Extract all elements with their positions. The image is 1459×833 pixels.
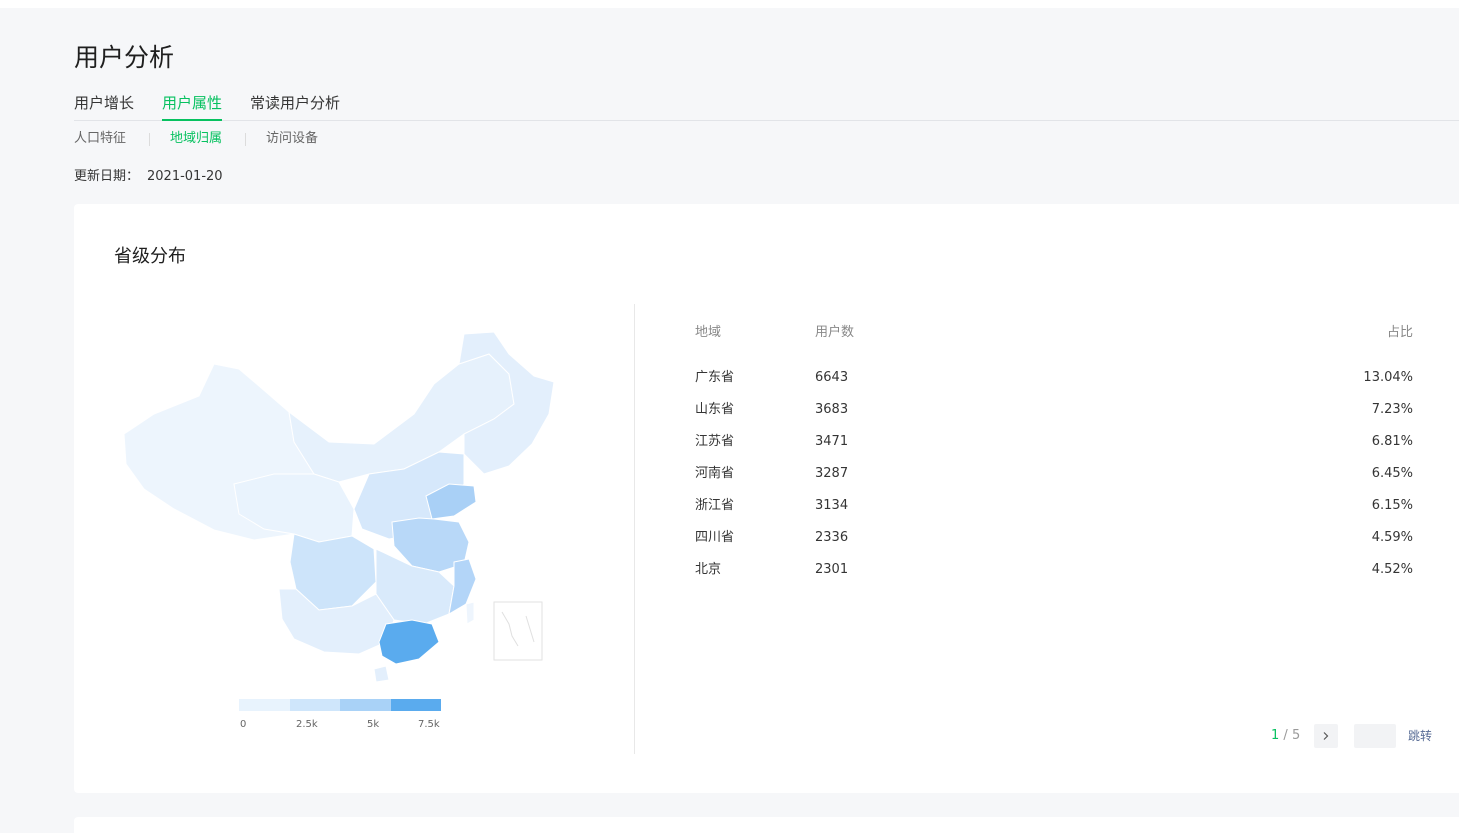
current-page: 1 bbox=[1271, 728, 1280, 743]
cell-share: 13.04% bbox=[1363, 370, 1413, 385]
china-map bbox=[123, 331, 555, 683]
cell-users: 3287 bbox=[815, 466, 849, 481]
top-strip bbox=[0, 0, 1459, 8]
map-inset-south-china-sea bbox=[493, 601, 543, 661]
col-header-users: 用户数 bbox=[815, 325, 855, 340]
map-legend-bar bbox=[239, 699, 441, 711]
legend-segment bbox=[289, 699, 340, 711]
legend-segment bbox=[239, 699, 290, 711]
cell-share: 7.23% bbox=[1371, 402, 1413, 417]
cell-region: 北京 bbox=[695, 562, 722, 577]
cell-share: 4.52% bbox=[1371, 562, 1413, 577]
legend-segment bbox=[390, 699, 441, 711]
col-header-region: 地域 bbox=[695, 325, 722, 340]
page-jump-input[interactable] bbox=[1354, 724, 1396, 748]
legend-label-2-5k: 2.5k bbox=[296, 719, 318, 730]
tab-frequent-readers[interactable]: 常读用户分析 bbox=[250, 92, 340, 119]
cell-share: 6.81% bbox=[1371, 434, 1413, 449]
next-card bbox=[74, 817, 1459, 833]
map-region-guangdong[interactable] bbox=[378, 619, 440, 665]
legend-label-7-5k: 7.5k bbox=[418, 719, 440, 730]
map-inset-islands bbox=[501, 611, 535, 647]
table-row: 广东省 6643 13.04% bbox=[695, 369, 1413, 387]
cell-region: 四川省 bbox=[695, 530, 735, 545]
cell-users: 3471 bbox=[815, 434, 849, 449]
cell-region: 广东省 bbox=[695, 370, 735, 385]
total-pages: 5 bbox=[1291, 728, 1301, 743]
main-tabs: 用户增长 用户属性 常读用户分析 bbox=[74, 92, 1459, 121]
province-distribution-card: 省级分布 0 2.5k 5k 7.5k 地域 用户数 占比 广东省 6643 1… bbox=[74, 204, 1459, 793]
legend-segment bbox=[340, 699, 391, 711]
cell-users: 2301 bbox=[815, 562, 849, 577]
cell-share: 6.15% bbox=[1371, 498, 1413, 513]
map-region-taiwan[interactable] bbox=[465, 601, 475, 625]
cell-share: 4.59% bbox=[1371, 530, 1413, 545]
subtab-divider bbox=[245, 133, 246, 146]
tab-user-attributes[interactable]: 用户属性 bbox=[162, 92, 223, 121]
subtab-devices[interactable]: 访问设备 bbox=[266, 129, 318, 149]
table-row: 山东省 3683 7.23% bbox=[695, 401, 1413, 419]
table-row: 浙江省 3134 6.15% bbox=[695, 497, 1413, 515]
table-row: 北京 2301 4.52% bbox=[695, 561, 1413, 579]
page-jump-button[interactable]: 跳转 bbox=[1408, 727, 1432, 745]
table-row: 江苏省 3471 6.81% bbox=[695, 433, 1413, 451]
legend-label-5k: 5k bbox=[367, 719, 380, 730]
subtab-demographics[interactable]: 人口特征 bbox=[74, 129, 126, 149]
card-title: 省级分布 bbox=[114, 246, 186, 267]
update-date-label: 更新日期： bbox=[74, 169, 140, 184]
subtab-divider bbox=[149, 133, 150, 146]
update-date-value: 2021-01-20 bbox=[147, 169, 223, 184]
page-indicator: 1 / 5 bbox=[1271, 727, 1300, 745]
cell-users: 3134 bbox=[815, 498, 849, 513]
cell-users: 3683 bbox=[815, 402, 849, 417]
chevron-right-icon bbox=[1323, 732, 1329, 740]
update-date: 更新日期： 2021-01-20 bbox=[74, 168, 223, 186]
subtab-region[interactable]: 地域归属 bbox=[170, 129, 222, 149]
cell-region: 浙江省 bbox=[695, 498, 735, 513]
tab-user-growth[interactable]: 用户增长 bbox=[74, 92, 134, 119]
cell-share: 6.45% bbox=[1371, 466, 1413, 481]
cell-region: 江苏省 bbox=[695, 434, 735, 449]
table-row: 河南省 3287 6.45% bbox=[695, 465, 1413, 483]
panel-divider bbox=[634, 304, 635, 754]
next-page-button[interactable] bbox=[1314, 724, 1338, 748]
table-row: 四川省 2336 4.59% bbox=[695, 529, 1413, 547]
col-header-share: 占比 bbox=[1386, 325, 1413, 340]
legend-label-0: 0 bbox=[240, 719, 247, 730]
map-region-hainan[interactable] bbox=[373, 665, 390, 683]
page-title: 用户分析 bbox=[74, 43, 175, 72]
cell-users: 6643 bbox=[815, 370, 849, 385]
cell-users: 2336 bbox=[815, 530, 849, 545]
page-separator: / bbox=[1283, 728, 1288, 743]
cell-region: 山东省 bbox=[695, 402, 735, 417]
cell-region: 河南省 bbox=[695, 466, 735, 481]
